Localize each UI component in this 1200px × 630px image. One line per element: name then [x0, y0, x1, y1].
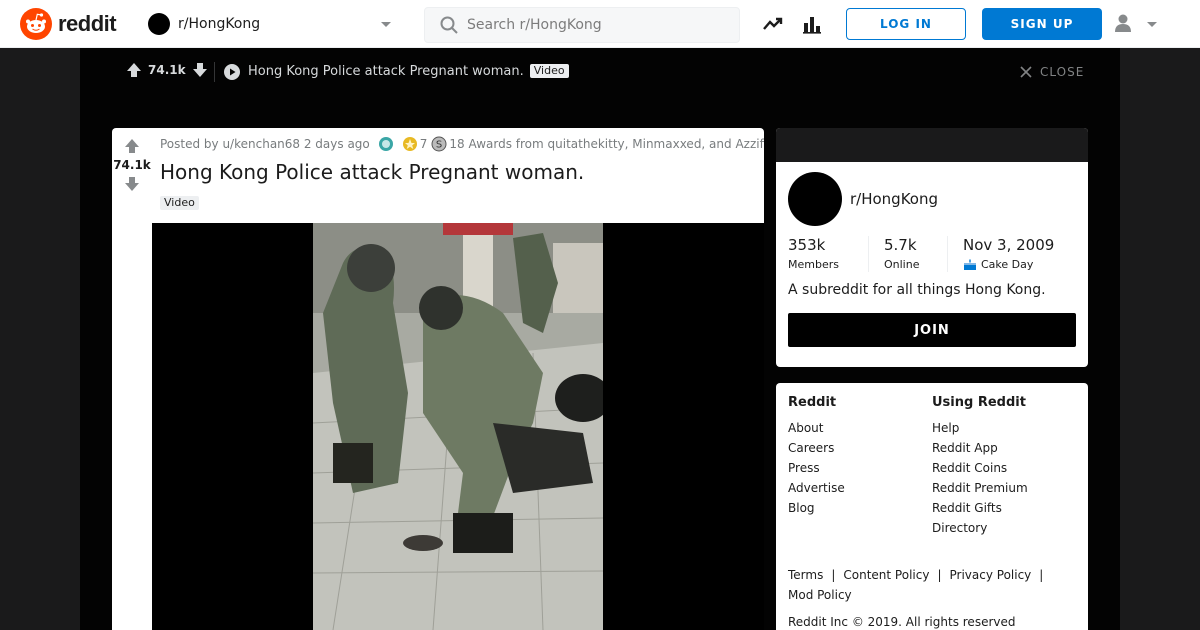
community-banner: [776, 128, 1088, 162]
footer-link-terms[interactable]: Terms: [788, 568, 823, 582]
user-icon: [1115, 14, 1131, 32]
footer-link-reddit-gifts[interactable]: Reddit Gifts: [932, 498, 1028, 518]
stat-value: 5.7k: [884, 236, 917, 254]
footer-link-about[interactable]: About: [788, 418, 845, 438]
topbar-vote: 74.1k: [126, 62, 208, 78]
award-gold-icon: [402, 137, 417, 151]
legal-links: Terms | Content Policy | Privacy Policy | Mod …: [788, 568, 1044, 602]
join-button[interactable]: JOIN: [788, 313, 1076, 347]
vote-column: 74.1k: [112, 128, 152, 630]
footer-card: Reddit About Careers Press Advertise Blo…: [776, 383, 1088, 630]
divider: [947, 236, 948, 272]
posted-by[interactable]: Posted by u/kenchan68 2 days ago: [160, 137, 370, 151]
community-avatar: [148, 13, 170, 35]
footer-link-reddit-app[interactable]: Reddit App: [932, 438, 1028, 458]
footer-link-mod-policy[interactable]: Mod Policy: [788, 588, 852, 602]
cake-icon: [964, 259, 976, 270]
divider: [868, 236, 869, 272]
stat-value: 353k: [788, 236, 826, 254]
footer-link-reddit-coins[interactable]: Reddit Coins: [932, 458, 1028, 478]
top-header: reddit r/HongKong LOG IN SIGN UP: [0, 0, 1200, 48]
community-dropdown[interactable]: r/HongKong: [140, 6, 402, 42]
community-card: r/HongKong 353k Members 5.7k Online Nov …: [776, 128, 1088, 367]
video-player[interactable]: [152, 223, 764, 630]
post-card: 74.1k Posted by u/kenchan68 2 days ago 7…: [112, 128, 764, 630]
stat-label: Online: [884, 258, 920, 271]
community-title[interactable]: r/HongKong: [850, 190, 938, 208]
stat-cake-day: Nov 3, 2009 Cake Day: [963, 236, 1054, 271]
topbar-title[interactable]: Hong Kong Police attack Pregnant woman. V…: [248, 64, 569, 79]
community-name: r/HongKong: [178, 16, 261, 32]
stat-online: 5.7k Online: [884, 236, 919, 271]
footer-link-press[interactable]: Press: [788, 458, 845, 478]
footer-col-using-reddit: Using Reddit Help Reddit App Reddit Coin…: [932, 395, 1028, 538]
cake-day-row: Cake Day: [963, 258, 1054, 271]
search-icon: [440, 16, 458, 34]
community-description: A subreddit for all things Hong Kong.: [788, 282, 1046, 298]
post-meta: Posted by u/kenchan68 2 days ago 7 S 18 …: [160, 136, 764, 152]
award-count: 7: [419, 137, 428, 151]
logo-wordmark: reddit: [58, 11, 117, 36]
post-score: 74.1k: [113, 158, 151, 172]
awards-text[interactable]: 18 Awards from quitathekitty, Minmaxxed,…: [449, 137, 764, 151]
reddit-alien-icon: [20, 8, 52, 40]
chevron-down-icon: [381, 22, 391, 27]
copyright: Reddit Inc © 2019. All rights reserved: [788, 615, 1016, 629]
footer-link-content-policy[interactable]: Content Policy: [843, 568, 929, 582]
footer-link-advertise[interactable]: Advertise: [788, 478, 845, 498]
topbar-score: 74.1k: [148, 63, 186, 77]
user-dropdown[interactable]: [1112, 12, 1162, 36]
stat-members: 353k Members: [788, 236, 839, 271]
downvote-icon[interactable]: [124, 176, 140, 192]
stat-value: Nov 3, 2009: [963, 236, 1055, 254]
chevron-down-icon: [1147, 22, 1157, 27]
footer-link-directory[interactable]: Directory: [932, 518, 1028, 538]
stat-label: Members: [788, 258, 839, 271]
svg-text:S: S: [436, 140, 442, 151]
post-title[interactable]: Hong Kong Police attack Pregnant woman.: [160, 160, 584, 184]
close-icon: [1020, 66, 1032, 78]
topbar-flair[interactable]: Video: [529, 64, 569, 78]
close-label: CLOSE: [1040, 65, 1085, 79]
footer-heading: Reddit: [788, 395, 837, 410]
footer-col-reddit: Reddit About Careers Press Advertise Blo…: [788, 395, 845, 518]
post-flair[interactable]: Video: [160, 196, 199, 210]
search-bar[interactable]: [424, 7, 740, 43]
post-overlay: 74.1k Hong Kong Police attack Pregnant w…: [80, 48, 1120, 630]
divider: [214, 62, 215, 82]
search-input[interactable]: [467, 17, 727, 33]
downvote-icon[interactable]: [192, 62, 208, 78]
topbar-title-text: Hong Kong Police attack Pregnant woman.: [248, 64, 524, 79]
trending-icon[interactable]: [761, 12, 785, 36]
popular-chart-icon[interactable]: [800, 12, 824, 36]
community-avatar[interactable]: [788, 172, 842, 226]
upvote-icon[interactable]: [126, 62, 142, 78]
footer-link-careers[interactable]: Careers: [788, 438, 845, 458]
footer-link-blog[interactable]: Blog: [788, 498, 845, 518]
footer-heading: Using Reddit: [932, 395, 1026, 410]
login-button[interactable]: LOG IN: [846, 8, 966, 40]
award-silver-icon: [378, 137, 393, 151]
footer-link-reddit-premium[interactable]: Reddit Premium: [932, 478, 1028, 498]
video-frame: [313, 223, 603, 630]
stat-label: Cake Day: [981, 258, 1034, 271]
footer-link-help[interactable]: Help: [932, 418, 1028, 438]
signup-button[interactable]: SIGN UP: [982, 8, 1102, 40]
close-button[interactable]: CLOSE: [1020, 65, 1084, 79]
play-icon: [224, 64, 240, 80]
footer-link-privacy-policy[interactable]: Privacy Policy: [950, 568, 1032, 582]
overlay-topbar: 74.1k Hong Kong Police attack Pregnant w…: [80, 48, 1120, 96]
upvote-icon[interactable]: [124, 138, 140, 154]
reddit-logo[interactable]: reddit: [20, 8, 117, 40]
award-coin-icon: S: [431, 136, 447, 152]
